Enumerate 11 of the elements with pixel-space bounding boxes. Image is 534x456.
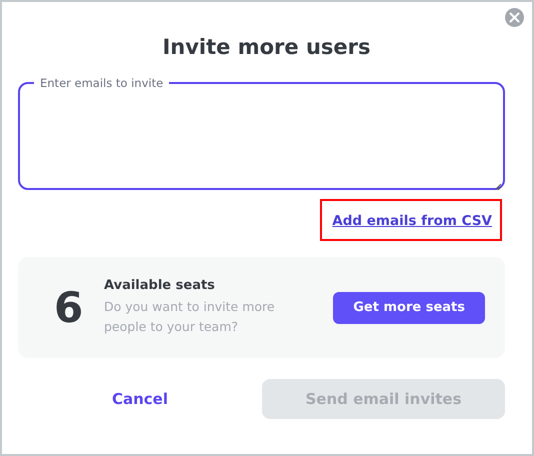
dialog-title: Invite more users — [161, 34, 372, 61]
close-button[interactable] — [505, 8, 524, 27]
seats-title: Available seats — [104, 278, 216, 293]
seat-count: 6 — [54, 283, 84, 332]
add-csv-link[interactable]: Add emails from CSV — [332, 213, 492, 229]
get-seats-button[interactable]: Get more seats — [333, 292, 485, 324]
email-input-field[interactable]: Enter emails to invite — [18, 76, 505, 190]
seats-description: Do you want to invite more people to your team? — [104, 298, 276, 336]
cancel-button[interactable]: Cancel — [18, 390, 262, 408]
close-icon[interactable] — [509, 12, 520, 23]
resize-grip-icon[interactable] — [494, 183, 501, 190]
